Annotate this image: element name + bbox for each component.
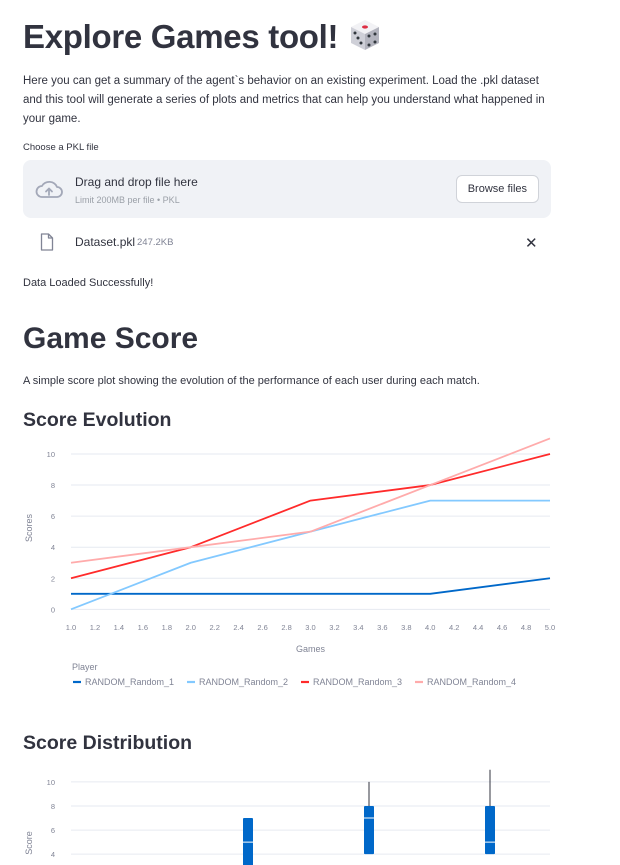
- file-icon: [40, 233, 54, 251]
- uploader-label: Choose a PKL file: [23, 142, 99, 153]
- uploaded-file: Dataset.pkl 247.2KB ✕: [23, 230, 551, 256]
- x-tick-label: 1.0: [66, 623, 76, 632]
- x-tick-label: 3.6: [377, 623, 387, 632]
- file-name: Dataset.pkl: [75, 235, 136, 249]
- legend-label: RANDOM_Random_3: [313, 677, 402, 687]
- x-tick-label: 3.4: [353, 623, 363, 632]
- x-tick-label: 2.8: [281, 623, 291, 632]
- score-distribution-title: Score Distribution: [23, 732, 193, 754]
- x-tick-label: 3.2: [329, 623, 339, 632]
- intro-text: Here you can get a summary of the agent`…: [23, 75, 545, 125]
- y-tick-label: 10: [47, 778, 55, 787]
- y-tick-label: 6: [51, 512, 55, 521]
- legend-title: Player: [72, 662, 98, 672]
- browse-files-button[interactable]: Browse files: [455, 175, 539, 203]
- score-distribution-chart: 4 6 8 10 Score: [24, 769, 550, 865]
- x-tick-label: 4.0: [425, 623, 435, 632]
- x-tick-label: 2.4: [233, 623, 243, 632]
- legend-label: RANDOM_Random_4: [427, 677, 516, 687]
- y-tick-label: 10: [47, 450, 55, 459]
- y-tick-label: 4: [51, 850, 55, 859]
- cloud-upload-icon: [35, 180, 63, 198]
- box: [485, 805, 495, 855]
- page-title-text: Explore Games tool!: [23, 18, 339, 55]
- legend-label: RANDOM_Random_2: [199, 677, 288, 687]
- x-tick-label: 1.8: [162, 623, 172, 632]
- x-tick-label: 4.6: [497, 623, 507, 632]
- score-evolution-title: Score Evolution: [23, 409, 172, 431]
- y-axis-label: Score: [24, 831, 34, 855]
- x-tick-label: 1.6: [138, 623, 148, 632]
- y-tick-label: 6: [51, 826, 55, 835]
- y-axis-label: Scores: [24, 513, 34, 542]
- legend-label: RANDOM_Random_1: [85, 677, 174, 687]
- x-tick-label: 2.6: [257, 623, 267, 632]
- remove-file-close-icon[interactable]: ✕: [525, 234, 538, 252]
- score-evolution-chart: 0 2 4 6 8 10 1.0 1.2 1.4 1.6 1.8 2.0 2.2 2.4 2.6 2.8 3.0…: [24, 437, 555, 687]
- x-tick-label: 4.4: [473, 623, 483, 632]
- y-tick-label: 0: [51, 605, 55, 614]
- x-tick-label: 2.2: [209, 623, 219, 632]
- x-tick-label: 4.2: [449, 623, 459, 632]
- section-title: Game Score: [23, 322, 199, 355]
- y-tick-label: 8: [51, 481, 55, 490]
- x-tick-label: 5.0: [545, 623, 555, 632]
- y-tick-label: 4: [51, 543, 55, 552]
- y-tick-label: 2: [51, 574, 55, 583]
- x-tick-label: 1.2: [90, 623, 100, 632]
- section-description: A simple score plot showing the evolutio…: [23, 375, 480, 387]
- x-tick-label: 3.8: [401, 623, 411, 632]
- x-tick-label: 1.4: [114, 623, 124, 632]
- y-tick-label: 8: [51, 802, 55, 811]
- dropzone-title: Drag and drop file here: [75, 175, 198, 189]
- x-tick-label: 4.8: [521, 623, 531, 632]
- x-tick-label: 3.0: [305, 623, 315, 632]
- x-tick-label: 2.0: [186, 623, 196, 632]
- file-size: 247.2KB: [137, 237, 174, 248]
- dice-icon: [351, 20, 380, 50]
- file-dropzone[interactable]: Drag and drop file here Limit 200MB per …: [23, 160, 551, 218]
- dropzone-limit: Limit 200MB per file • PKL: [75, 195, 180, 205]
- x-axis-label: Games: [296, 644, 326, 654]
- box: [364, 805, 374, 855]
- box: [243, 818, 253, 865]
- status-message: Data Loaded Successfully!: [23, 277, 154, 289]
- page-title: Explore Games tool!: [23, 18, 382, 56]
